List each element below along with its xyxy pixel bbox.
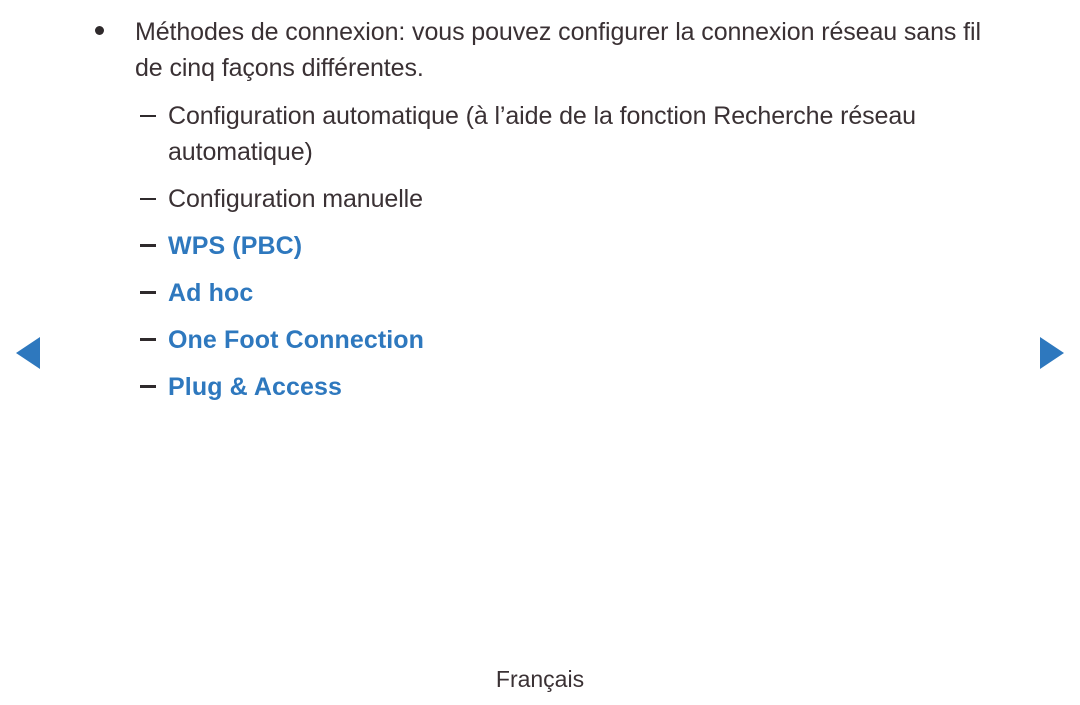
list-item-configuration-manuelle: Configuration manuelle (140, 181, 1010, 217)
en-dash-icon (140, 115, 156, 117)
list-item-link-label[interactable]: Plug & Access (168, 369, 1010, 405)
list-item-label: Configuration manuelle (168, 185, 423, 213)
list-item-plug-and-access[interactable]: Plug & Access (140, 369, 1010, 405)
en-dash-icon (140, 198, 156, 200)
connection-methods-list: Configuration automatique (à l’aide de l… (90, 98, 1010, 405)
bullet-item-connection-methods: Méthodes de connexion: vous pouvez confi… (90, 14, 1010, 86)
list-item-one-foot-connection[interactable]: One Foot Connection (140, 322, 1010, 358)
list-item-link-label[interactable]: WPS (PBC) (168, 228, 1010, 264)
list-item-ad-hoc[interactable]: Ad hoc (140, 275, 1010, 311)
en-dash-icon (140, 244, 156, 247)
bullet-item-text: Méthodes de connexion: vous pouvez confi… (135, 18, 981, 82)
previous-page-button[interactable] (6, 325, 58, 383)
content-body: Méthodes de connexion: vous pouvez confi… (90, 14, 1010, 416)
triangle-left-icon[interactable] (16, 337, 40, 369)
triangle-right-icon[interactable] (1040, 337, 1064, 369)
list-item-wps-pbc[interactable]: WPS (PBC) (140, 228, 1010, 264)
emanual-page: Méthodes de connexion: vous pouvez confi… (0, 0, 1080, 705)
list-item-label: Configuration automatique (à l’aide de l… (168, 102, 916, 166)
list-item-configuration-automatique: Configuration automatique (à l’aide de l… (140, 98, 1010, 170)
next-page-button[interactable] (1024, 325, 1076, 383)
en-dash-icon (140, 385, 156, 388)
list-item-link-label[interactable]: One Foot Connection (168, 322, 1010, 358)
footer-language-label: Français (495, 666, 585, 692)
bullet-dot-icon (95, 26, 104, 35)
en-dash-icon (140, 338, 156, 341)
list-item-link-label[interactable]: Ad hoc (168, 275, 1010, 311)
en-dash-icon (140, 291, 156, 294)
